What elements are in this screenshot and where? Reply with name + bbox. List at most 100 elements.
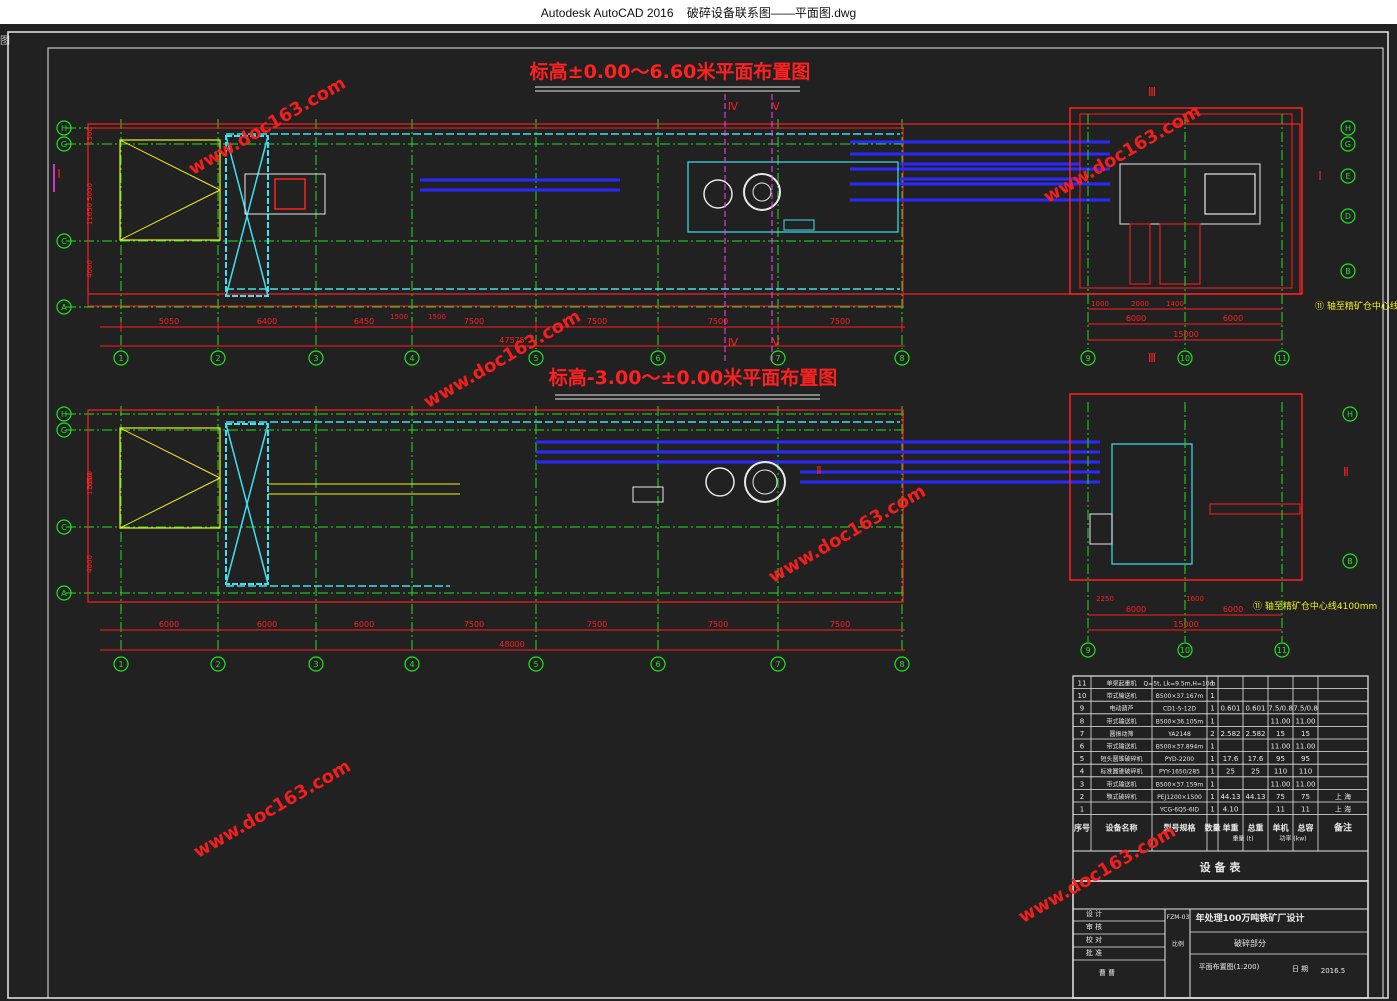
dim-text: 5050 [159,317,179,326]
table-cell: PEJ1200×1500 [1157,794,1202,801]
table-cell: 1 [1210,743,1214,751]
dim-text-small: 1500 [428,313,446,321]
window-title: Autodesk AutoCAD 2016 破碎设备联系图——平面图.dwg [0,4,1397,21]
stair-bottom-right [1089,513,1113,545]
table-cell: 11 [1301,806,1310,814]
table-cell: 4 [1080,768,1085,776]
table-cell: 17.6 [1223,755,1239,763]
table-cell: 带式输送机 [1106,780,1136,788]
table-cell: 颚式破碎机 [1106,793,1136,801]
table-cell: 8 [1080,717,1084,725]
top-col-axis-5-label: 5 [533,354,538,363]
tr-row-axis-E-label: E [1345,172,1350,181]
tr-dim2: 6000 [1126,314,1146,323]
table-cell: 电动葫芦 [1109,705,1133,713]
dim-text: 7500 [587,620,607,629]
table-header: 数量 [1205,823,1221,833]
br-col-axis-10-label: 10 [1180,646,1190,655]
tr-row-axis-H-label: H [1345,124,1351,133]
table-header-sub: 功率 (kw) [1280,835,1307,843]
table-cell: 上 海 [1335,805,1351,814]
table-cell: 2 [1080,793,1084,801]
title-bar: Autodesk AutoCAD 2016 破碎设备联系图——平面图.dwg [0,0,1397,25]
title-block [1072,880,1369,999]
top-row-axis-A-label: A [61,303,67,312]
table-cell: 1 [1210,755,1214,763]
table-cell: 单梁起重机 [1106,680,1136,688]
br-note: ⑪ 轴至精矿仓中心线4100mm [1253,600,1377,612]
bottom-col-axis-8-label: 8 [899,660,904,669]
table-cell: Q=5t, Lk=9.5m,H=10m [1144,681,1216,688]
file-name: 破碎设备联系图——平面图.dwg [686,6,857,20]
cone-crusher-5-inner [752,469,778,495]
table-cell: 7.5/0.8 [1293,705,1318,713]
table-cell: 0.601 [1245,705,1265,713]
section-mark-II: Ⅱ [816,464,821,477]
table-header: 设备名称 [1106,823,1138,833]
top-col-axis-2-label: 2 [215,354,220,363]
br-dim: 1600 [1186,595,1204,603]
cone-crusher-5 [743,173,781,211]
table-cell: 6 [1080,743,1085,751]
drawing-no: FZM-03 [1167,914,1190,921]
bottom-col-axis-4-label: 4 [409,660,414,669]
table-cell: 15 [1301,730,1310,738]
table-cell: 1 [1210,680,1214,688]
chute [1129,223,1151,285]
left-dim: 11650 [86,203,94,225]
jaw-motor [274,178,306,210]
chute [1159,223,1201,285]
dim-text: 7500 [708,620,728,629]
table-cell: 上 海 [1335,792,1351,801]
table-cell: 11 [1078,680,1087,688]
table-cell: 1 [1080,806,1084,814]
title-block-label: 校 对 [1086,935,1102,944]
table-cell: 7 [1080,730,1084,738]
table-caption: 设 备 表 [1200,860,1242,874]
section-mark-V: Ⅴ [772,100,780,113]
table-cell: 带式输送机 [1106,743,1136,751]
top-row-axis-C-label: C [61,237,67,246]
table-cell: B500×36.105m [1156,718,1204,725]
table-cell: 11 [1276,806,1285,814]
table-remark: 备注 [1333,822,1352,834]
table-cell: 短头圆锥破碎机 [1100,755,1142,763]
table-cell: YA2148 [1167,731,1191,738]
table-cell: 4.10 [1223,806,1239,814]
left-dim: 5500 [86,471,94,489]
table-cell: 1 [1210,806,1214,814]
cone-crusher-4 [703,179,733,209]
top-col-axis-3-label: 3 [313,354,318,363]
frame-border [47,47,1384,999]
section-mark-II-right: Ⅱ [1343,465,1349,479]
top-col-axis-6-label: 6 [655,354,660,363]
section-mark-IV-bottom: Ⅳ [728,336,739,349]
table-cell: 1 [1210,793,1214,801]
br-row-axis-H-label: H [1347,410,1353,419]
drawing-title: 平面布置图(1:200) [1199,962,1260,971]
table-cell: 11.00 [1270,717,1290,725]
title-block-label: 设 计 [1086,909,1102,918]
tr-total: 15000 [1173,330,1198,339]
bottom-plan-title: 标高-3.00～±0.00米平面布置图 [549,366,838,389]
br-dim: 2250 [1096,595,1114,603]
table-cell: 44.13 [1220,793,1240,801]
drawing-canvas[interactable]: 图 标高±0.00～6.60米平面布置图 5050 6400 6450 7500 7500… [0,24,1397,1001]
left-dim: 4000 [86,555,94,573]
top-col-axis-8-label: 8 [899,354,904,363]
tr-row-axis-G-label: G [1345,140,1351,149]
cad-drawing[interactable]: 标高±0.00～6.60米平面布置图5050 6400 6450 7500 7500 75… [0,24,1397,1001]
table-cell: 5 [1080,755,1084,763]
tr-row-axis-B-label: B [1345,267,1351,276]
tr-dim: 1000 [1091,300,1109,308]
br-dim2: 6000 [1223,605,1243,614]
table-cell: 95 [1276,755,1285,763]
section-mark-V-bottom: Ⅴ [772,336,780,349]
bin-line [119,427,221,479]
cone-crusher-5-inner [752,182,772,202]
left-dim: 4000 [86,260,94,278]
dim-text: 6000 [354,620,374,629]
title-block-label: 审 核 [1086,922,1102,931]
br-total: 15000 [1173,620,1198,629]
dim-text: 6400 [257,317,277,326]
